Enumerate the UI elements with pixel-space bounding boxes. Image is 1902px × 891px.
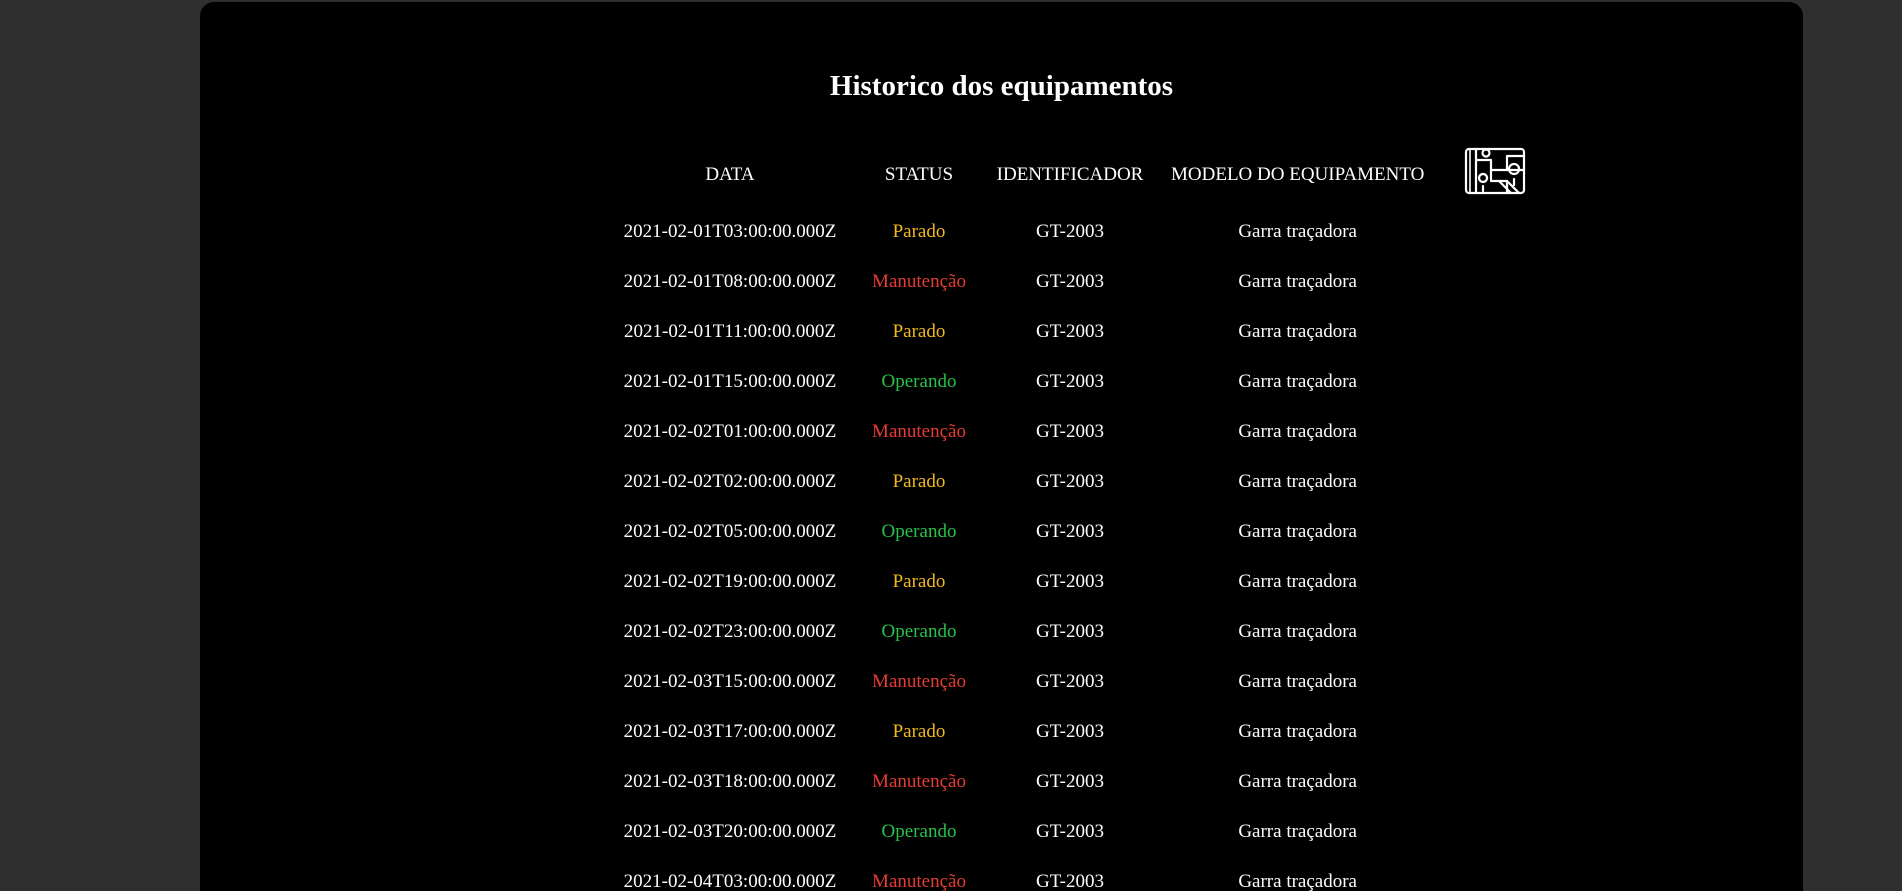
table-row: 2021-02-04T03:00:00.000Z Manutenção GT-200… bbox=[604, 857, 1553, 891]
table-row: 2021-02-02T02:00:00.000Z Parado GT-2003 Gar… bbox=[604, 457, 1553, 507]
cell-spacer bbox=[1437, 707, 1553, 757]
cell-modelo: Garra traçadora bbox=[1238, 221, 1357, 242]
cell-identificador: GT-2003 bbox=[1036, 521, 1104, 542]
cell-spacer bbox=[1437, 857, 1553, 891]
cell-data: 2021-02-04T03:00:00.000Z bbox=[623, 871, 837, 891]
cell-data: 2021-02-01T03:00:00.000Z bbox=[623, 221, 837, 242]
cell-status: Parado bbox=[892, 221, 946, 242]
cell-modelo: Garra traçadora bbox=[1238, 271, 1357, 292]
cell-modelo: Garra traçadora bbox=[1238, 671, 1357, 692]
cell-identificador: GT-2003 bbox=[1036, 721, 1104, 742]
cell-spacer bbox=[1437, 757, 1553, 807]
cell-identificador: GT-2003 bbox=[1036, 621, 1104, 642]
cell-data: 2021-02-03T18:00:00.000Z bbox=[623, 771, 837, 792]
cell-data: 2021-02-02T19:00:00.000Z bbox=[623, 571, 837, 592]
map-icon bbox=[1465, 147, 1526, 194]
cell-status: Manutenção bbox=[872, 671, 966, 692]
cell-spacer bbox=[1437, 257, 1553, 307]
cell-status: Parado bbox=[892, 721, 946, 742]
cell-identificador: GT-2003 bbox=[1036, 371, 1104, 392]
cell-data: 2021-02-01T08:00:00.000Z bbox=[623, 271, 837, 292]
cell-modelo: Garra traçadora bbox=[1238, 721, 1357, 742]
cell-spacer bbox=[1437, 607, 1553, 657]
cell-identificador: GT-2003 bbox=[1036, 571, 1104, 592]
history-table: DATA STATUS IDENTIFICADOR MODELO DO EQUI… bbox=[604, 143, 1553, 891]
cell-identificador: GT-2003 bbox=[1036, 221, 1104, 242]
cell-data: 2021-02-01T15:00:00.000Z bbox=[623, 371, 837, 392]
cell-data: 2021-02-03T15:00:00.000Z bbox=[623, 671, 837, 692]
cell-spacer bbox=[1437, 807, 1553, 857]
column-header-status: STATUS bbox=[884, 164, 954, 185]
cell-data: 2021-02-02T05:00:00.000Z bbox=[623, 521, 837, 542]
cell-status: Manutenção bbox=[872, 421, 966, 442]
cell-identificador: GT-2003 bbox=[1036, 821, 1104, 842]
cell-status: Operando bbox=[881, 621, 957, 642]
table-row: 2021-02-03T18:00:00.000Z Manutenção GT-200… bbox=[604, 757, 1553, 807]
cell-data: 2021-02-02T02:00:00.000Z bbox=[623, 471, 837, 492]
table-row: 2021-02-03T15:00:00.000Z Manutenção GT-200… bbox=[604, 657, 1553, 707]
cell-status: Manutenção bbox=[872, 771, 966, 792]
column-header-data: DATA bbox=[705, 164, 755, 185]
cell-identificador: GT-2003 bbox=[1036, 421, 1104, 442]
column-header-map bbox=[1437, 143, 1553, 207]
cell-spacer bbox=[1437, 457, 1553, 507]
cell-status: Manutenção bbox=[872, 271, 966, 292]
table-row: 2021-02-01T11:00:00.000Z Parado GT-2003 Gar… bbox=[604, 307, 1553, 357]
header-row: DATA STATUS IDENTIFICADOR MODELO DO EQUI… bbox=[604, 143, 1553, 207]
table-body: 2021-02-01T03:00:00.000Z Parado GT-2003 Gar… bbox=[604, 207, 1553, 891]
cell-spacer bbox=[1437, 657, 1553, 707]
cell-modelo: Garra traçadora bbox=[1238, 871, 1357, 891]
map-button[interactable] bbox=[1462, 145, 1528, 197]
cell-identificador: GT-2003 bbox=[1036, 471, 1104, 492]
cell-status: Operando bbox=[881, 521, 957, 542]
cell-spacer bbox=[1437, 357, 1553, 407]
page-title: Historico dos equipamentos bbox=[829, 70, 1174, 102]
cell-modelo: Garra traçadora bbox=[1238, 421, 1357, 442]
cell-data: 2021-02-03T17:00:00.000Z bbox=[623, 721, 837, 742]
cell-modelo: Garra traçadora bbox=[1238, 371, 1357, 392]
cell-status: Parado bbox=[892, 571, 946, 592]
cell-spacer bbox=[1437, 507, 1553, 557]
table-row: 2021-02-02T05:00:00.000Z Operando GT-2003 G… bbox=[604, 507, 1553, 557]
table-row: 2021-02-03T20:00:00.000Z Operando GT-2003 G… bbox=[604, 807, 1553, 857]
cell-data: 2021-02-02T01:00:00.000Z bbox=[623, 421, 837, 442]
cell-status: Manutenção bbox=[872, 871, 966, 891]
cell-spacer bbox=[1437, 207, 1553, 257]
table-row: 2021-02-02T01:00:00.000Z Manutenção GT-200… bbox=[604, 407, 1553, 457]
cell-modelo: Garra traçadora bbox=[1238, 571, 1357, 592]
cell-identificador: GT-2003 bbox=[1036, 871, 1104, 891]
cell-spacer bbox=[1437, 407, 1553, 457]
cell-spacer bbox=[1437, 557, 1553, 607]
table-row: 2021-02-01T03:00:00.000Z Parado GT-2003 Gar… bbox=[604, 207, 1553, 257]
cell-data: 2021-02-01T11:00:00.000Z bbox=[624, 321, 836, 342]
cell-identificador: GT-2003 bbox=[1036, 771, 1104, 792]
column-header-identificador: IDENTIFICADOR bbox=[996, 164, 1144, 185]
cell-status: Parado bbox=[892, 471, 946, 492]
cell-identificador: GT-2003 bbox=[1036, 671, 1104, 692]
history-table-container: DATA STATUS IDENTIFICADOR MODELO DO EQUI… bbox=[604, 143, 1553, 891]
cell-modelo: Garra traçadora bbox=[1238, 771, 1357, 792]
table-row: 2021-02-01T08:00:00.000Z Manutenção GT-200… bbox=[604, 257, 1553, 307]
column-header-modelo: MODELO DO EQUIPAMENTO bbox=[1171, 164, 1425, 185]
cell-identificador: GT-2003 bbox=[1036, 271, 1104, 292]
cell-status: Parado bbox=[892, 321, 946, 342]
cell-spacer bbox=[1437, 307, 1553, 357]
cell-modelo: Garra traçadora bbox=[1238, 521, 1357, 542]
cell-modelo: Garra traçadora bbox=[1238, 321, 1357, 342]
table-row: 2021-02-02T19:00:00.000Z Parado GT-2003 Gar… bbox=[604, 557, 1553, 607]
cell-modelo: Garra traçadora bbox=[1238, 821, 1357, 842]
table-row: 2021-02-02T23:00:00.000Z Operando GT-2003 G… bbox=[604, 607, 1553, 657]
cell-identificador: GT-2003 bbox=[1036, 321, 1104, 342]
cell-data: 2021-02-03T20:00:00.000Z bbox=[623, 821, 837, 842]
cell-status: Operando bbox=[881, 371, 957, 392]
table-row: 2021-02-03T17:00:00.000Z Parado GT-2003 Gar… bbox=[604, 707, 1553, 757]
cell-modelo: Garra traçadora bbox=[1238, 621, 1357, 642]
table-row: 2021-02-01T15:00:00.000Z Operando GT-2003 G… bbox=[604, 357, 1553, 407]
cell-modelo: Garra traçadora bbox=[1238, 471, 1357, 492]
table-header: DATA STATUS IDENTIFICADOR MODELO DO EQUI… bbox=[604, 143, 1553, 207]
cell-data: 2021-02-02T23:00:00.000Z bbox=[623, 621, 837, 642]
history-panel: Historico dos equipamentos DATA STATUS I… bbox=[200, 2, 1803, 891]
cell-status: Operando bbox=[881, 821, 957, 842]
